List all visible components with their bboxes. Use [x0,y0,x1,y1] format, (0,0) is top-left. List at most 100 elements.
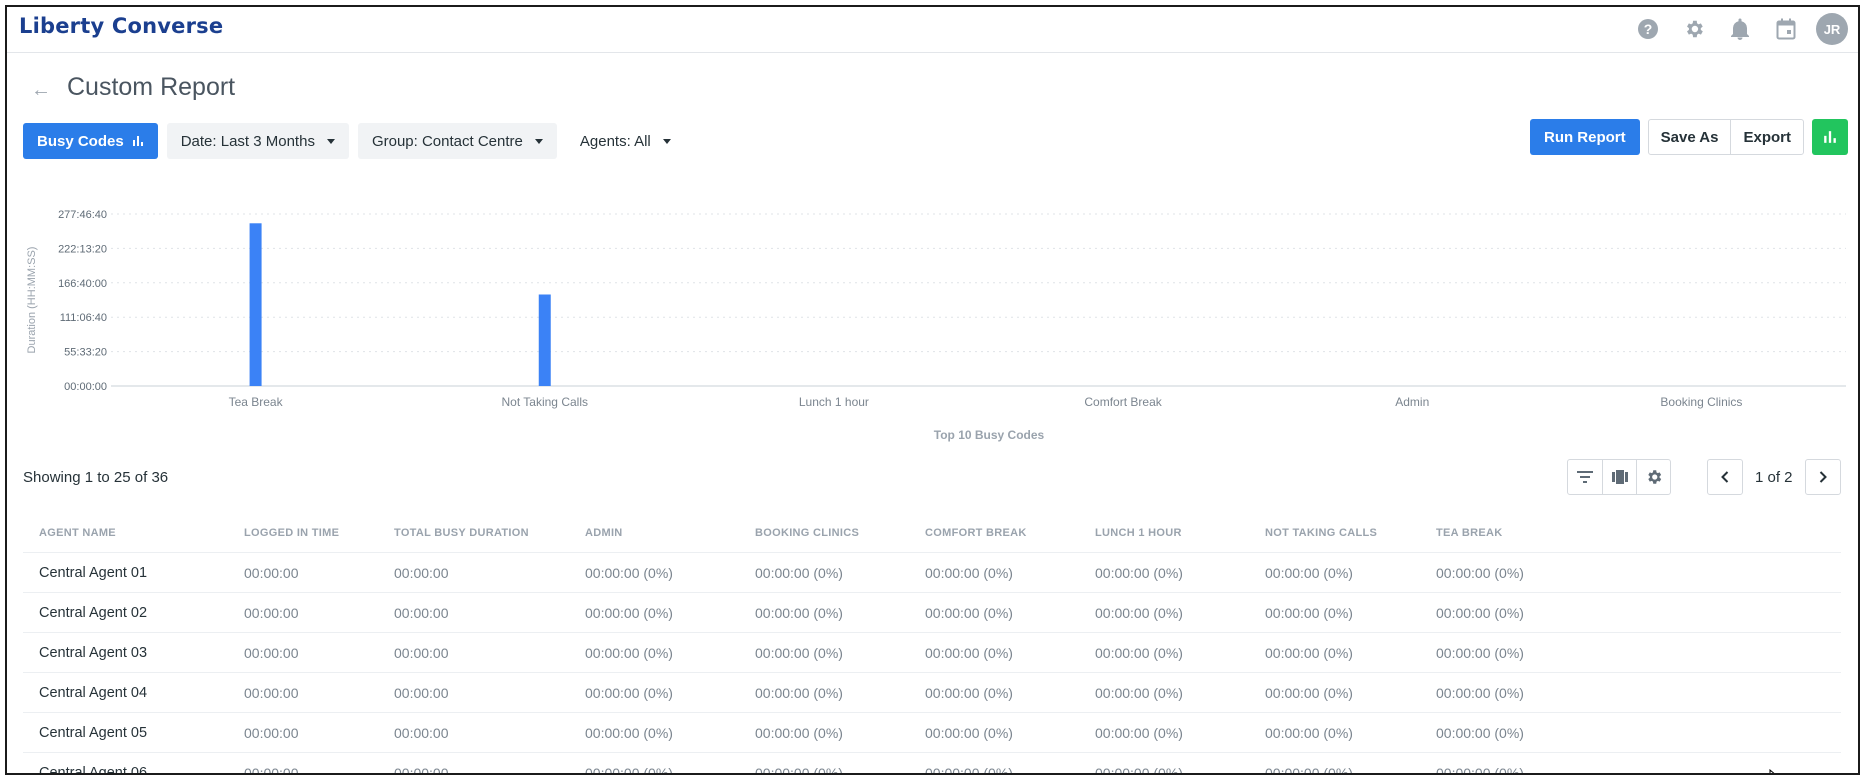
table-cell: 00:00:00 [394,684,449,701]
y-tick-label: 277:46:40 [58,209,107,221]
save-as-button[interactable]: Save As [1649,120,1731,154]
column-header[interactable]: Not Taking Calls [1265,527,1436,539]
table-cell: 00:00:00 (0%) [925,644,1013,661]
table-cell: 00:00:00 (0%) [585,764,673,775]
agent-name-cell: Central Agent 05 [39,724,148,741]
x-axis-label: Top 10 Busy Codes [934,428,1045,442]
column-header[interactable]: Total Busy Duration [394,527,585,539]
showing-prefix: Showing [23,469,81,486]
agents-filter-dropdown[interactable]: Agents: All [566,123,685,159]
column-header[interactable]: Booking Clinics [755,527,925,539]
column-header[interactable]: Comfort Break [925,527,1095,539]
table-cell: 00:00:00 (0%) [1436,564,1524,581]
table-cell: 00:00:00 (0%) [585,564,673,581]
table-cell: 00:00:00 [394,724,449,741]
x-tick-label: Comfort Break [1084,395,1162,409]
settings-gear-icon[interactable] [1678,13,1710,45]
table-cell: 00:00:00 [244,764,299,775]
table-cell: 00:00:00 (0%) [585,684,673,701]
report-type-label: Busy Codes [37,132,124,150]
brand-logo[interactable]: Liberty Converse [19,14,223,38]
table-cell: 00:00:00 [244,644,299,661]
table-row[interactable]: Central Agent 02 00:00:00 00:00:00 00:00:00… [23,593,1841,633]
y-tick-label: 166:40:00 [58,278,107,290]
run-report-button[interactable]: Run Report [1529,119,1640,155]
showing-total: 36 [151,469,169,486]
table-cell: 00:00:00 (0%) [1265,684,1353,701]
busy-codes-chart: 00:00:00 55:33:20 111:06:40 166:40:00 222:13… [26,209,1846,442]
y-tick-label: 222:13:20 [58,243,107,255]
table-cell: 00:00:00 (0%) [585,604,673,621]
table-header: Agent Name Logged In Time Total Busy Dur… [23,513,1841,553]
columns-icon[interactable] [1602,460,1636,494]
chevron-right-icon [1819,471,1827,483]
table-cell: 00:00:00 (0%) [925,564,1013,581]
chevron-down-icon [326,138,335,144]
prev-page-button[interactable] [1707,459,1743,495]
y-tick-label: 111:06:40 [60,312,107,324]
table-cell: 00:00:00 [244,684,299,701]
table-row[interactable]: Central Agent 03 00:00:00 00:00:00 00:00:00… [23,633,1841,673]
back-arrow-icon[interactable]: ← [29,78,53,102]
next-page-button[interactable] [1804,459,1841,495]
column-header[interactable]: Admin [585,527,755,539]
table-row[interactable]: Central Agent 04 00:00:00 00:00:00 00:00:00… [23,673,1841,713]
showing-of-word: of [134,469,148,486]
table-cell: 00:00:00 (0%) [925,604,1013,621]
export-button[interactable]: Export [1730,120,1803,154]
filter-bar: Busy Codes Date: Last 3 Months Group: Co… [23,123,685,159]
column-header[interactable]: Agent Name [23,527,244,539]
table-cell: 00:00:00 (0%) [1095,564,1183,581]
bell-icon[interactable] [1724,13,1756,45]
table-row[interactable]: Central Agent 05 00:00:00 00:00:00 00:00:00… [23,713,1841,753]
table-cell: 00:00:00 (0%) [1265,724,1353,741]
table-cell: 00:00:00 (0%) [925,764,1013,775]
table-cell: 00:00:00 (0%) [1436,604,1524,621]
table-cell: 00:00:00 (0%) [585,644,673,661]
bar[interactable] [249,223,262,386]
report-actions: Run Report Save As Export [1529,119,1848,155]
table-cell: 00:00:00 [394,644,449,661]
date-filter-dropdown[interactable]: Date: Last 3 Months [166,123,349,159]
table-cell: 00:00:00 [394,764,449,775]
app-window: Liberty Converse ? JR ← Custom Report Bu… [5,5,1860,775]
save-export-group: Save As Export [1647,119,1804,155]
chevron-down-icon [662,138,671,144]
agent-name-cell: Central Agent 02 [39,604,148,621]
column-header[interactable]: Lunch 1 Hour [1095,527,1265,539]
showing-to-word: to [97,469,110,486]
table-cell: 00:00:00 (0%) [1436,684,1524,701]
chart-toggle-button[interactable] [1812,119,1848,155]
column-header[interactable]: Tea Break [1436,527,1606,539]
group-filter-label: Group: Contact Centre [371,132,523,150]
user-avatar[interactable]: JR [1816,13,1848,45]
column-header[interactable]: Logged In Time [244,527,394,539]
page-title: Custom Report [67,73,236,101]
table-cell: 00:00:00 (0%) [1265,604,1353,621]
group-filter-dropdown[interactable]: Group: Contact Centre [357,123,557,159]
table-cell: 00:00:00 (0%) [1095,764,1183,775]
bar-chart-icon [1824,131,1836,143]
table-cell: 00:00:00 (0%) [755,644,843,661]
bar[interactable] [538,294,551,386]
filter-icon[interactable] [1568,460,1602,494]
table-cell: 00:00:00 (0%) [1436,644,1524,661]
settings-gear-icon[interactable] [1636,460,1670,494]
pagination: 1 of 2 [1707,459,1841,495]
date-filter-label: Date: Last 3 Months [180,132,315,150]
table-cell: 00:00:00 (0%) [755,684,843,701]
table-cell: 00:00:00 (0%) [925,684,1013,701]
agent-name-cell: Central Agent 01 [39,564,148,581]
showing-count: Showing 1 to 25 of 36 [23,469,168,486]
table-row[interactable]: Central Agent 06 00:00:00 00:00:00 00:00:00… [23,753,1841,775]
y-axis-label: Duration (HH:MM:SS) [26,247,38,354]
page-indicator: 1 of 2 [1755,468,1793,486]
agent-name-cell: Central Agent 04 [39,684,148,701]
help-icon[interactable]: ? [1632,13,1664,45]
x-tick-label: Not Taking Calls [502,395,588,409]
calendar-icon[interactable] [1770,13,1802,45]
agent-name-cell: Central Agent 06 [39,764,148,775]
report-type-button[interactable]: Busy Codes [23,123,158,159]
table-cell: 00:00:00 [244,724,299,741]
table-row[interactable]: Central Agent 01 00:00:00 00:00:00 00:00:00… [23,553,1841,593]
